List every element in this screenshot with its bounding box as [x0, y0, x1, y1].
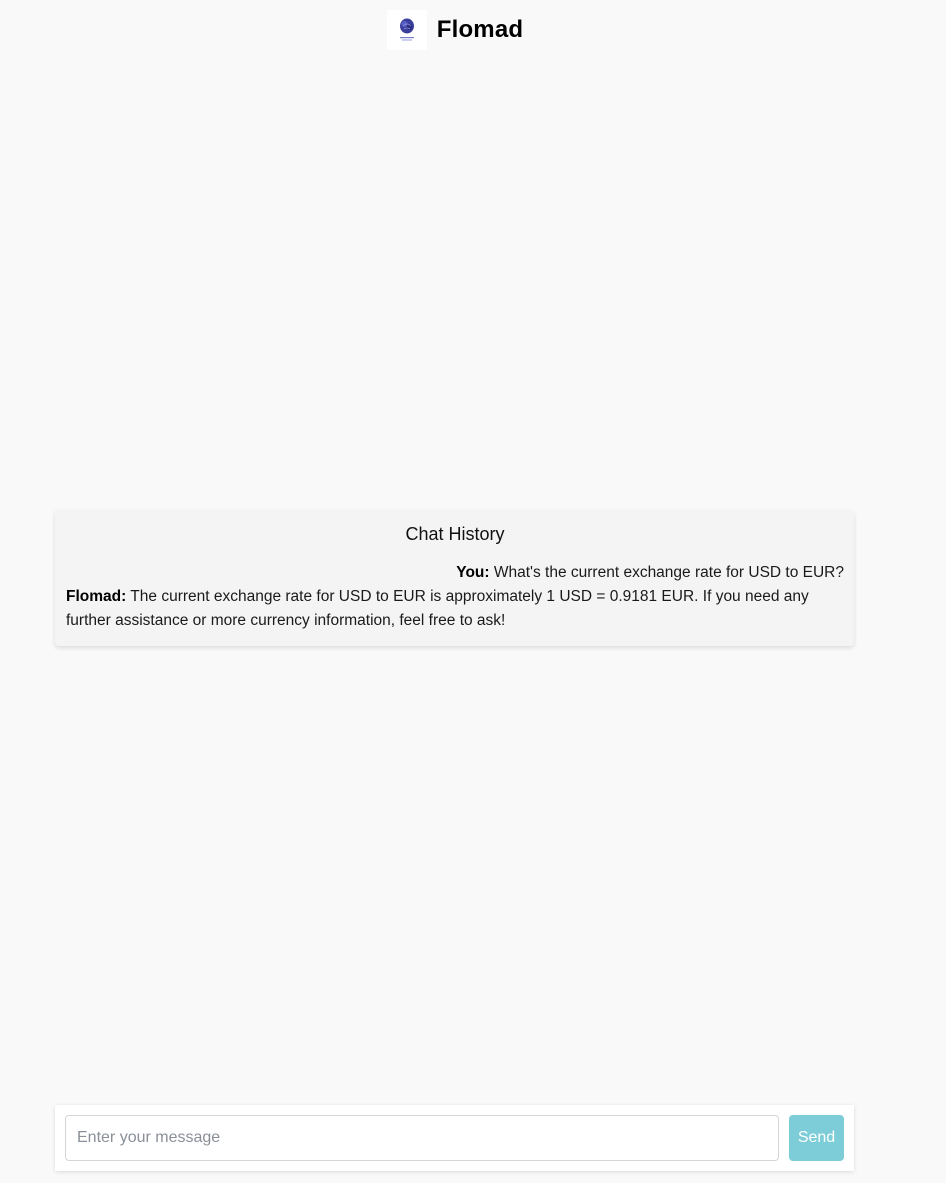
- message-text: What's the current exchange rate for USD…: [489, 564, 844, 581]
- app-title: Flomad: [436, 16, 524, 43]
- chat-history-title: Chat History: [405, 524, 505, 544]
- chat-message-user: You: What's the current exchange rate fo…: [66, 561, 844, 585]
- chat-message-bot: Flomad: The current exchange rate for US…: [66, 585, 844, 633]
- app-logo: [386, 10, 427, 50]
- chat-history-panel: Chat History You: What's the current exc…: [55, 510, 854, 646]
- message-sender: You:: [456, 564, 490, 581]
- message-text: The current exchange rate for USD to EUR…: [66, 588, 809, 629]
- message-sender: Flomad:: [66, 588, 127, 605]
- message-input[interactable]: [65, 1115, 779, 1161]
- message-composer: Send: [55, 1105, 854, 1171]
- app-header: Flomad: [0, 10, 910, 50]
- brain-logo-icon: [399, 18, 414, 41]
- send-button[interactable]: Send: [789, 1115, 844, 1161]
